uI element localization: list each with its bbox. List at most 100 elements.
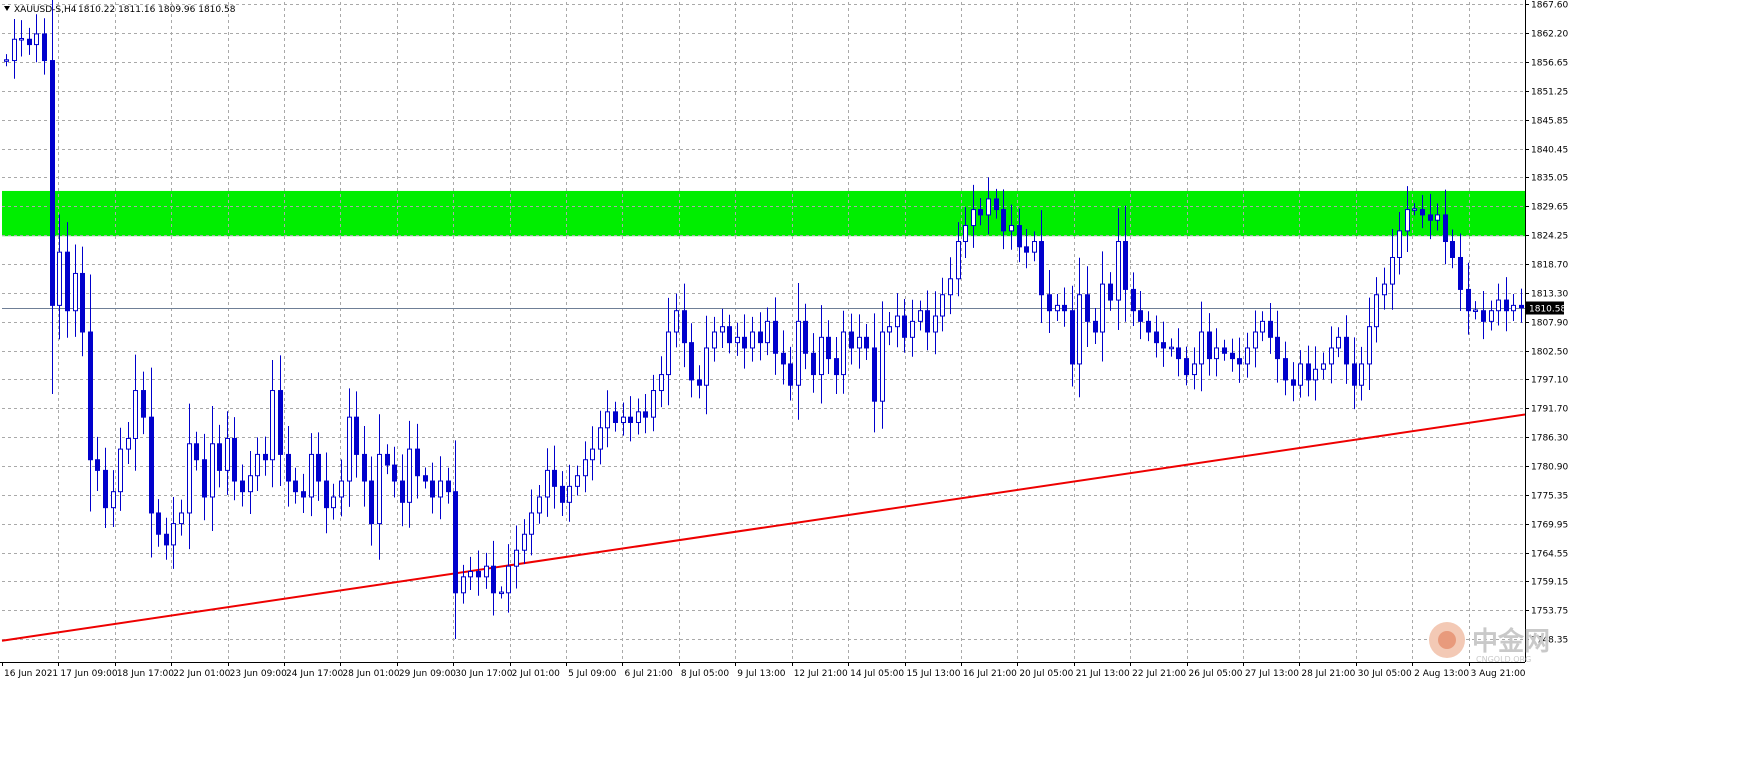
candle-body: [819, 336, 824, 376]
candle-body: [1489, 310, 1494, 322]
x-tick-label: 12 Jul 21:00: [794, 669, 848, 679]
candle-body: [956, 241, 961, 280]
candle-body: [1390, 256, 1395, 285]
candle-body: [73, 272, 78, 312]
candle-body: [103, 469, 108, 509]
x-tick-label: 2 Jul 01:00: [512, 669, 561, 679]
candle-body: [232, 437, 237, 482]
candle-body: [499, 591, 504, 595]
candle-body: [400, 480, 405, 503]
candle-body: [1405, 209, 1410, 232]
candle-body: [149, 416, 154, 514]
candle-body: [1511, 304, 1516, 312]
candle-body: [689, 342, 694, 381]
symbol-title: XAUUSD-S,H4: [14, 5, 77, 15]
candle-body: [1146, 320, 1151, 333]
candle-body: [666, 331, 671, 376]
candle-body: [1443, 214, 1448, 243]
y-tick-label: 1840.45: [1531, 146, 1568, 156]
x-tick-label: 9 Jul 13:00: [737, 669, 786, 679]
candle-body: [849, 331, 854, 349]
candle-body: [369, 480, 374, 525]
candle-body: [1428, 214, 1433, 221]
candle-body: [484, 565, 489, 578]
candle-body: [560, 485, 565, 503]
candle-body: [796, 320, 801, 386]
candle-body: [712, 331, 717, 349]
candle-body: [948, 278, 953, 296]
candle-body: [133, 390, 138, 439]
candle-body: [971, 209, 976, 227]
candle-body: [1283, 358, 1288, 381]
candle-body: [781, 352, 786, 365]
candle-body: [994, 198, 999, 211]
candle-body: [1039, 241, 1044, 296]
x-tick-label: 30 Jul 05:00: [1358, 669, 1412, 679]
candle-body: [826, 336, 831, 360]
candle-body: [834, 358, 839, 376]
candle-body: [1435, 214, 1440, 221]
x-tick-label: 21 Jul 13:00: [1076, 669, 1130, 679]
candle-body: [50, 60, 55, 306]
candle-body: [773, 320, 778, 354]
x-tick-label: 18 Jun 17:00: [117, 669, 174, 679]
candle-body: [864, 336, 869, 349]
candle-body: [1245, 347, 1250, 365]
candle-body: [1313, 368, 1318, 381]
candle-body: [765, 320, 770, 344]
candle-body: [933, 315, 938, 333]
candle-body: [590, 448, 595, 461]
x-tick-label: 3 Aug 21:00: [1471, 669, 1526, 679]
candle-body: [567, 485, 572, 503]
x-tick-label: 5 Jul 09:00: [568, 669, 617, 679]
y-tick-label: 1867.60: [1531, 1, 1568, 11]
candle-body: [636, 411, 641, 423]
y-tick-label: 1775.35: [1531, 492, 1568, 502]
candle-body: [461, 576, 466, 594]
candle-body: [225, 437, 230, 471]
candle-body: [727, 326, 732, 344]
candle-body: [621, 416, 626, 423]
candle-body: [895, 315, 900, 328]
candle-body: [255, 453, 260, 477]
candle-body: [1032, 241, 1037, 253]
candle-body: [1100, 283, 1105, 333]
candle-body: [742, 336, 747, 349]
candle-body: [316, 453, 321, 482]
candle-body: [1062, 304, 1067, 312]
candle-body: [324, 480, 329, 509]
candle-body: [1298, 363, 1303, 386]
candle-body: [362, 453, 367, 482]
y-tick-label: 1786.30: [1531, 434, 1568, 444]
candle-body: [1123, 241, 1128, 290]
candle-body: [1481, 310, 1486, 322]
candle-body: [1268, 320, 1273, 338]
candle-body: [4, 59, 9, 62]
candle-body: [963, 225, 968, 243]
candle-body: [1077, 294, 1082, 365]
resistance-zone: [2, 190, 1525, 237]
candle-body: [171, 523, 176, 546]
candle-body: [12, 38, 17, 62]
candle-body: [27, 38, 32, 46]
candle-body: [1169, 346, 1174, 350]
candle-body: [841, 331, 846, 376]
candle-body: [925, 310, 930, 333]
candle-body: [187, 443, 192, 514]
candle-body: [1329, 347, 1334, 365]
candle-body: [1397, 230, 1402, 258]
candle-body: [1161, 342, 1166, 349]
candle-body: [430, 480, 435, 498]
y-tick-label: 1845.85: [1531, 117, 1568, 127]
candle-body: [1222, 347, 1227, 354]
y-tick-label: 1764.55: [1531, 550, 1568, 560]
candle-body: [583, 459, 588, 477]
candle-body: [803, 320, 808, 354]
candle-body: [339, 480, 344, 498]
x-tick-label: 30 Jun 17:00: [455, 669, 512, 679]
candle-body: [1367, 326, 1372, 365]
candle-body: [1009, 225, 1014, 232]
candle-body: [331, 496, 336, 509]
candle-body: [750, 331, 755, 349]
y-tick-label: 1851.25: [1531, 88, 1568, 98]
